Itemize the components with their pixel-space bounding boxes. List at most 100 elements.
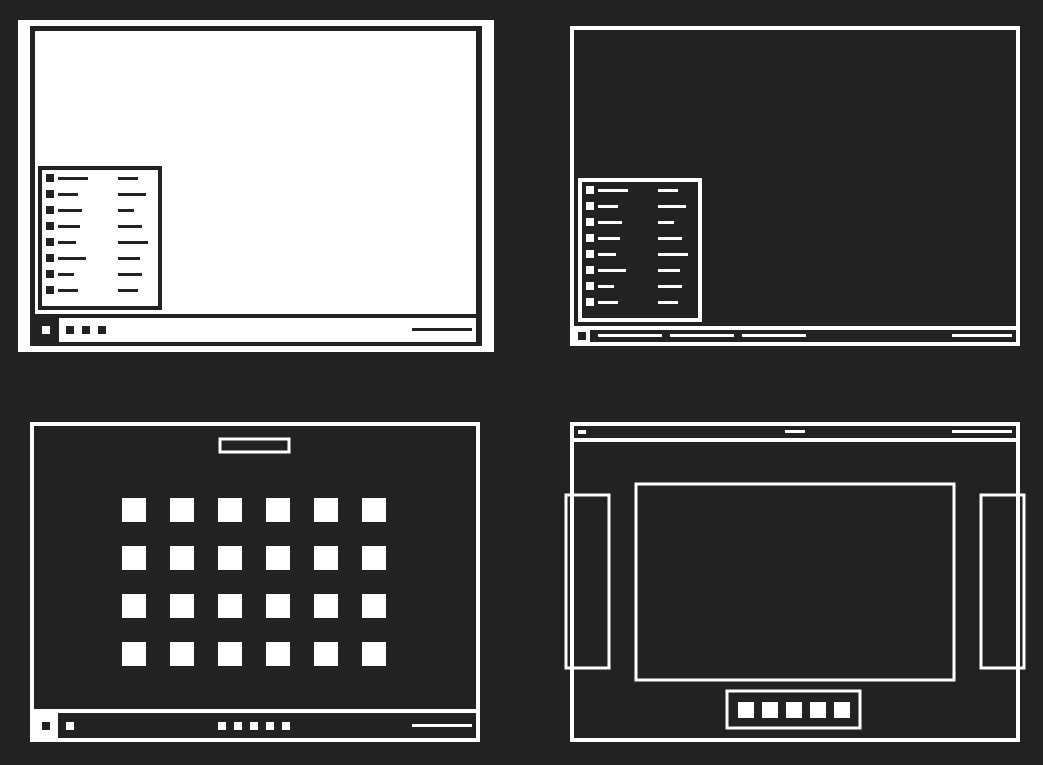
app-icon[interactable] <box>266 594 290 618</box>
top-bar-tray <box>952 430 1012 433</box>
app-icon[interactable] <box>122 498 146 522</box>
app-icon[interactable] <box>122 642 146 666</box>
quick-launch-icon[interactable] <box>66 326 74 334</box>
menu-item-shortcut <box>118 209 134 212</box>
menu-item-icon[interactable] <box>46 270 54 278</box>
dock-app-icon[interactable] <box>762 702 778 718</box>
app-icon[interactable] <box>266 546 290 570</box>
app-icon[interactable] <box>362 498 386 522</box>
app-icon[interactable] <box>218 546 242 570</box>
square-icon <box>42 326 50 334</box>
top-bar-indicator[interactable] <box>578 430 586 434</box>
app-icon[interactable] <box>362 642 386 666</box>
menu-item-icon[interactable] <box>46 190 54 198</box>
menu-item-shortcut <box>118 273 142 276</box>
menu-item-icon[interactable] <box>46 206 54 214</box>
menu-item-icon[interactable] <box>586 266 594 274</box>
menu-item-label[interactable] <box>58 289 78 292</box>
app-icon[interactable] <box>362 546 386 570</box>
menu-item-icon[interactable] <box>586 298 594 306</box>
menu-item-label[interactable] <box>598 285 614 288</box>
quick-launch-icon[interactable] <box>82 326 90 334</box>
start-menu-body <box>582 182 698 318</box>
tray-clock-bar <box>412 328 472 331</box>
menu-item-label[interactable] <box>598 301 618 304</box>
menu-item-label[interactable] <box>58 209 82 212</box>
menu-item-label[interactable] <box>58 241 76 244</box>
menu-item-label[interactable] <box>58 225 80 228</box>
menu-item-icon[interactable] <box>586 282 594 290</box>
menu-item-icon[interactable] <box>46 286 54 294</box>
tray-clock-bar <box>952 334 1012 337</box>
tray-clock-bar <box>412 724 472 727</box>
menu-item-shortcut <box>118 257 140 260</box>
menu-item-label[interactable] <box>58 257 86 260</box>
app-icon[interactable] <box>314 594 338 618</box>
menu-item-icon[interactable] <box>586 250 594 258</box>
dock-app-icon[interactable] <box>834 702 850 718</box>
menu-item-shortcut <box>658 205 686 208</box>
menu-item-shortcut <box>658 285 682 288</box>
menu-item-label[interactable] <box>58 193 78 196</box>
menu-item-icon[interactable] <box>46 174 54 182</box>
menu-item-label[interactable] <box>598 189 628 192</box>
desktop-area <box>574 442 1016 738</box>
app-icon[interactable] <box>218 498 242 522</box>
menu-item-icon[interactable] <box>586 202 594 210</box>
app-icon[interactable] <box>218 642 242 666</box>
menu-item-label[interactable] <box>598 237 620 240</box>
app-icon[interactable] <box>170 498 194 522</box>
pinned-app-icon[interactable] <box>250 722 258 730</box>
panel-app-launcher <box>30 422 480 742</box>
app-icon[interactable] <box>266 498 290 522</box>
square-icon <box>578 332 586 340</box>
menu-item-label[interactable] <box>58 177 88 180</box>
window-button[interactable] <box>598 334 662 337</box>
menu-item-icon[interactable] <box>586 234 594 242</box>
pinned-app-icon[interactable] <box>282 722 290 730</box>
menu-item-shortcut <box>118 289 138 292</box>
menu-item-label[interactable] <box>58 273 74 276</box>
dock-app-icon[interactable] <box>810 702 826 718</box>
menu-item-icon[interactable] <box>46 222 54 230</box>
dock-app-icon[interactable] <box>786 702 802 718</box>
app-icon[interactable] <box>122 546 146 570</box>
app-icon[interactable] <box>266 642 290 666</box>
menu-item-label[interactable] <box>598 221 622 224</box>
pinned-app-icon[interactable] <box>218 722 226 730</box>
window-button[interactable] <box>670 334 734 337</box>
start-menu-body <box>42 170 158 306</box>
menu-item-icon[interactable] <box>46 254 54 262</box>
app-icon[interactable] <box>362 594 386 618</box>
pinned-app-icon[interactable] <box>234 722 242 730</box>
window-button[interactable] <box>742 334 806 337</box>
menu-item-shortcut <box>658 301 678 304</box>
dock-app-icon[interactable] <box>738 702 754 718</box>
menu-item-icon[interactable] <box>46 238 54 246</box>
menu-item-label[interactable] <box>598 205 618 208</box>
panel-light-desktop <box>18 20 494 352</box>
app-icon[interactable] <box>170 642 194 666</box>
menu-item-icon[interactable] <box>586 186 594 194</box>
app-icon[interactable] <box>170 594 194 618</box>
menu-item-shortcut <box>118 177 138 180</box>
app-icon[interactable] <box>314 546 338 570</box>
menu-item-icon[interactable] <box>586 218 594 226</box>
menu-item-label[interactable] <box>598 269 626 272</box>
menu-item-shortcut <box>118 225 142 228</box>
pinned-app-icon[interactable] <box>266 722 274 730</box>
square-icon <box>42 722 50 730</box>
app-icon[interactable] <box>122 594 146 618</box>
menu-item-shortcut <box>658 221 674 224</box>
app-icon[interactable] <box>314 642 338 666</box>
app-icon[interactable] <box>170 546 194 570</box>
menu-item-shortcut <box>658 253 688 256</box>
app-icon[interactable] <box>218 594 242 618</box>
quick-launch-icon[interactable] <box>98 326 106 334</box>
menu-item-shortcut <box>658 269 680 272</box>
app-icon[interactable] <box>314 498 338 522</box>
top-bar-center-label <box>785 430 805 433</box>
menu-item-label[interactable] <box>598 253 616 256</box>
quick-launch-icon[interactable] <box>66 722 74 730</box>
menu-item-shortcut <box>118 193 146 196</box>
